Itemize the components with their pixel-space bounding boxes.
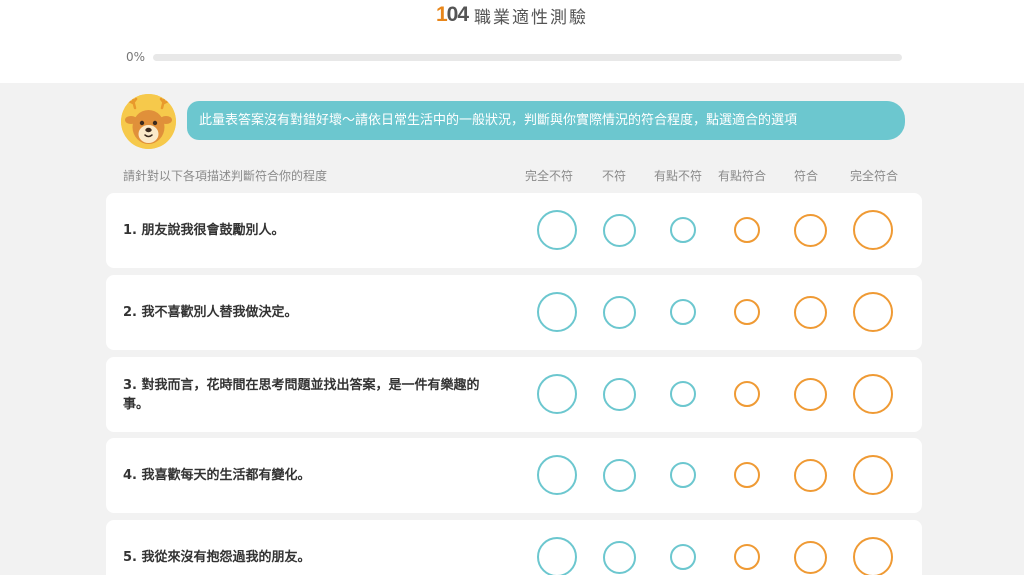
- option-slightly-agree-radio[interactable]: [734, 217, 760, 243]
- option-disagree-radio[interactable]: [602, 458, 636, 492]
- option-slightly-agree-radio[interactable]: [734, 299, 760, 325]
- option-agree-radio[interactable]: [793, 377, 827, 411]
- option-slightly-disagree-radio[interactable]: [670, 462, 696, 488]
- option-slightly-agree-radio[interactable]: [734, 544, 760, 570]
- option-disagree-radio[interactable]: [602, 377, 636, 411]
- guide-message: 此量表答案沒有對錯好壞～請依日常生活中的一般狀況，判斷與你實際情況的符合程度，點…: [187, 101, 905, 140]
- option-slightly-disagree-radio[interactable]: [670, 217, 696, 243]
- option-disagree-radio[interactable]: [602, 295, 636, 329]
- option-agree-radio[interactable]: [793, 458, 827, 492]
- question-text: 4. 我喜歡每天的生活都有變化。: [123, 468, 311, 483]
- option-strongly-agree-radio[interactable]: [853, 374, 893, 414]
- top-bar: 104 職業適性測驗 0%: [0, 0, 1024, 83]
- question-card: 5. 我從來沒有抱怨過我的朋友。: [106, 520, 922, 575]
- option-strongly-disagree-radio[interactable]: [537, 374, 577, 414]
- progress-percent: 0%: [126, 50, 146, 64]
- option-slightly-agree-radio[interactable]: [734, 462, 760, 488]
- question-card: 1. 朋友說我很會鼓勵別人。: [106, 193, 922, 268]
- question-card: 3. 對我而言，花時間在思考問題並找出答案，是一件有樂趣的事。: [106, 357, 922, 432]
- scale-header-strongly-agree: 完全符合: [849, 169, 898, 183]
- question-text: 3. 對我而言，花時間在思考問題並找出答案，是一件有樂趣的事。: [123, 377, 480, 412]
- option-strongly-agree-radio[interactable]: [853, 455, 893, 495]
- question-card: 4. 我喜歡每天的生活都有變化。: [106, 438, 922, 513]
- option-slightly-disagree-radio[interactable]: [670, 299, 696, 325]
- option-slightly-disagree-radio[interactable]: [670, 544, 696, 570]
- progress-bar: [153, 54, 902, 61]
- question-text: 2. 我不喜歡別人替我做決定。: [123, 305, 298, 320]
- option-disagree-radio[interactable]: [602, 540, 636, 574]
- brand-header: 104 職業適性測驗: [0, 2, 1024, 28]
- question-text: 5. 我從來沒有抱怨過我的朋友。: [123, 550, 311, 565]
- option-agree-radio[interactable]: [793, 213, 827, 247]
- option-strongly-agree-radio[interactable]: [853, 537, 893, 575]
- logo-digit: 4: [457, 3, 469, 26]
- option-strongly-agree-radio[interactable]: [853, 292, 893, 332]
- option-slightly-agree-radio[interactable]: [734, 381, 760, 407]
- option-agree-radio[interactable]: [793, 295, 827, 329]
- instruction-text: 請針對以下各項描述判斷符合你的程度: [123, 169, 328, 183]
- option-strongly-disagree-radio[interactable]: [537, 210, 577, 250]
- question-text: 1. 朋友說我很會鼓勵別人。: [123, 223, 285, 238]
- option-agree-radio[interactable]: [793, 540, 827, 574]
- option-strongly-disagree-radio[interactable]: [537, 292, 577, 332]
- logo-digit: 1: [435, 3, 448, 26]
- brand-logo: 104: [435, 3, 469, 27]
- option-strongly-disagree-radio[interactable]: [537, 537, 577, 575]
- option-strongly-agree-radio[interactable]: [853, 210, 893, 250]
- logo-digit: 0: [446, 3, 459, 26]
- page-title: 職業適性測驗: [474, 7, 589, 28]
- option-strongly-disagree-radio[interactable]: [537, 455, 577, 495]
- option-disagree-radio[interactable]: [602, 213, 636, 247]
- question-card: 2. 我不喜歡別人替我做決定。: [106, 275, 922, 350]
- option-slightly-disagree-radio[interactable]: [670, 381, 696, 407]
- deer-mascot-icon: [121, 94, 176, 149]
